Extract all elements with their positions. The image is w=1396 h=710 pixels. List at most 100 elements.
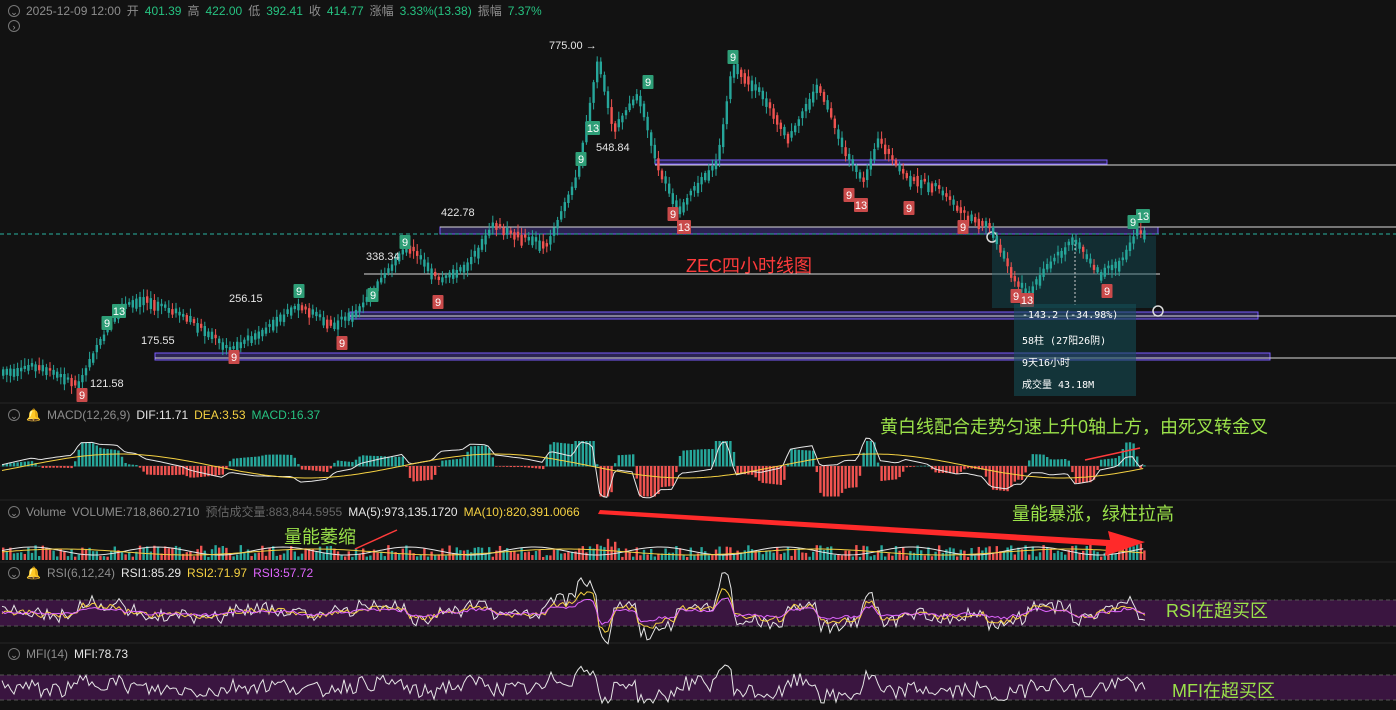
- volume-bar: [171, 547, 174, 560]
- volume-bar: [711, 554, 714, 560]
- volume-estimate: 预估成交量:883,844.5955: [205, 505, 343, 519]
- volume-bar: [153, 545, 156, 560]
- candle: [689, 190, 692, 196]
- close-value: 414.77: [326, 3, 364, 18]
- bell-icon[interactable]: 🔔: [26, 566, 41, 580]
- macd-bar: [696, 449, 700, 467]
- volume-bar: [192, 556, 196, 560]
- candle: [509, 230, 512, 234]
- volume-bar: [513, 550, 516, 560]
- collapse-icon[interactable]: ⌄: [8, 409, 20, 421]
- volume-bar: [974, 555, 977, 560]
- volume-bar: [92, 551, 95, 560]
- td-mark-red: 9: [336, 336, 348, 350]
- macd-bar: [1071, 466, 1074, 473]
- ohlc-header: ⌄ 2025-12-09 12:00 开 401.39 高 422.00 低 392.…: [8, 2, 542, 19]
- change-value: 3.33%(13.38): [399, 3, 472, 18]
- volume-bar: [405, 545, 408, 560]
- macd-bar: [1067, 460, 1070, 467]
- candle: [909, 175, 912, 187]
- candle: [88, 359, 91, 368]
- macd-bar: [149, 466, 152, 475]
- collapse-icon[interactable]: ⌄: [8, 648, 20, 660]
- candle: [34, 364, 37, 372]
- candle: [430, 268, 433, 280]
- candle: [1125, 249, 1128, 260]
- volume-bar: [1002, 551, 1006, 560]
- collapse-icon[interactable]: ⌄: [8, 4, 20, 17]
- collapse-icon[interactable]: ⌄: [8, 505, 20, 518]
- macd-bar: [808, 450, 811, 467]
- candle: [628, 103, 631, 111]
- macd-bar: [527, 466, 530, 468]
- volume-bar: [736, 550, 739, 560]
- macd-bar: [30, 461, 34, 467]
- candle: [740, 69, 743, 78]
- candle: [797, 119, 800, 126]
- volume-bar: [462, 550, 466, 560]
- macd-bar: [250, 456, 253, 467]
- candle: [1096, 267, 1099, 273]
- candle: [41, 365, 44, 372]
- volume-bar: [2, 547, 5, 560]
- candle: [736, 63, 739, 75]
- macd-bar: [326, 466, 329, 473]
- volume-bar: [347, 551, 350, 560]
- candle: [192, 319, 196, 324]
- settings-toggle-icon[interactable]: ›: [8, 20, 20, 32]
- chart-stage[interactable]: 9 13 9 9 9 9 9 9 9 9 13 9 9 13 9 9 13 9 9 9 13 9 9 13 ⌄ 2025-12…: [0, 0, 1396, 705]
- macd-bar: [448, 459, 451, 467]
- price-label-175: 175.55: [141, 335, 175, 347]
- macd-bar: [455, 459, 458, 467]
- candle: [459, 267, 462, 272]
- volume-bar: [243, 552, 246, 560]
- macd-bar: [675, 466, 678, 473]
- macd-bar: [1060, 459, 1063, 467]
- candle: [95, 344, 98, 353]
- candle: [617, 119, 620, 128]
- bell-icon[interactable]: 🔔: [26, 408, 41, 422]
- td-mark-label: 9: [906, 203, 912, 215]
- candle: [225, 344, 228, 349]
- candle: [495, 223, 498, 230]
- macd-bar: [498, 466, 502, 467]
- volume-bar: [585, 552, 588, 560]
- macd-bar: [282, 454, 286, 467]
- candle: [707, 170, 710, 181]
- td-mark-green: 13: [586, 121, 600, 135]
- macd-bar: [668, 466, 671, 487]
- collapse-icon[interactable]: ⌄: [8, 567, 20, 579]
- volume-bar: [653, 556, 656, 560]
- candle: [866, 169, 869, 181]
- macd-bar: [426, 466, 430, 481]
- candle: [1071, 237, 1074, 245]
- macd-bar: [1017, 466, 1020, 480]
- macd-bar: [1038, 454, 1042, 467]
- measure-box: -143.2 (-34.98%) 58柱 (27阳26阴) 9天16小时 成交量…: [1014, 304, 1136, 396]
- macd-bar: [1042, 454, 1045, 467]
- candle: [664, 176, 667, 184]
- volume-bar: [851, 556, 854, 560]
- volume-arrow-small: [354, 529, 398, 550]
- volume-bar: [272, 546, 275, 560]
- candle: [779, 122, 782, 129]
- macd-bar: [509, 466, 512, 468]
- volume-bar: [383, 556, 386, 560]
- macd-bar: [1125, 442, 1128, 467]
- candle: [131, 300, 134, 308]
- candle: [898, 164, 901, 172]
- candle: [484, 235, 487, 245]
- candle: [1046, 264, 1049, 270]
- macd-bar: [66, 466, 70, 468]
- volume-bar: [156, 546, 160, 560]
- macd-bar: [657, 466, 660, 494]
- volume-bar: [30, 552, 34, 560]
- volume-bar: [441, 548, 444, 560]
- td-mark-red: 9: [667, 207, 679, 221]
- macd-bar: [329, 466, 332, 469]
- volume-bar: [686, 556, 689, 560]
- candle: [650, 132, 653, 146]
- macd-bar: [797, 449, 800, 467]
- macd-bar: [646, 466, 649, 497]
- td-mark-green: 9: [642, 75, 654, 89]
